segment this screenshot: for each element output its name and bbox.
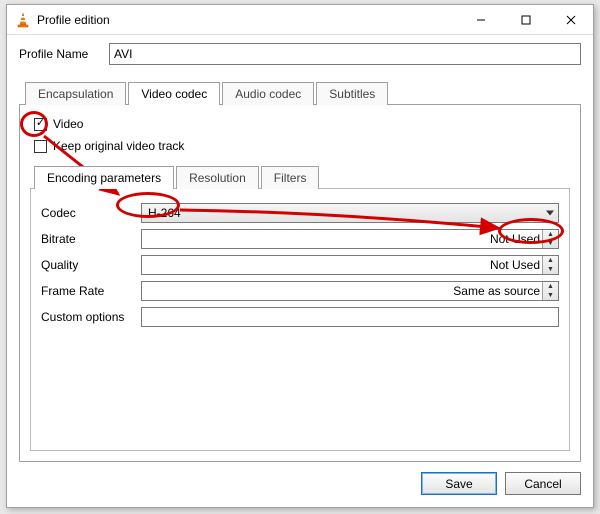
tab-video-codec[interactable]: Video codec <box>128 82 220 105</box>
tab-encoding-parameters[interactable]: Encoding parameters <box>34 166 174 189</box>
annotation-arrows <box>0 0 600 514</box>
